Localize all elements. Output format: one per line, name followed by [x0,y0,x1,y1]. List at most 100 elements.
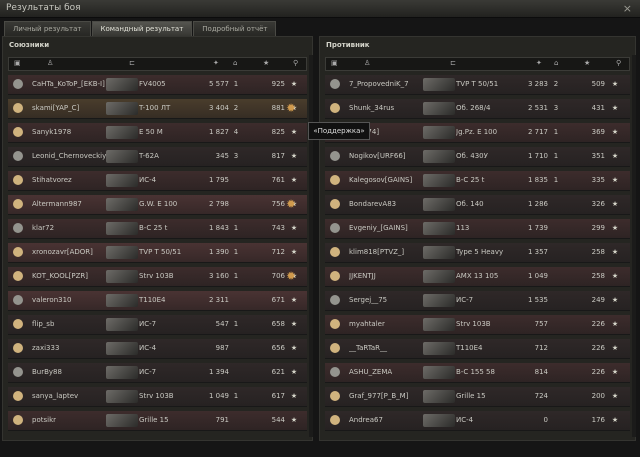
table-row[interactable]: Andrea67 ИС-4 0 176 ★ [325,411,630,431]
platoon-icon: ▣ [331,59,338,67]
table-row[interactable]: CaHTa_KoToP_[EKB-I] FV4005 5 577 1 925 ★ [8,75,307,95]
table-row[interactable]: myahtaler Strv 103B 757 226 ★ [325,315,630,335]
damage-value: 547 [215,320,229,328]
xp-value: 431 [591,104,605,112]
damage-value: 1 835 [527,176,548,184]
xp-value: 335 [591,176,605,184]
achievement-badge-icon[interactable]: ✹ [286,198,298,210]
platoon-marker-icon [330,391,340,401]
table-row[interactable]: BondarevA83 Об. 140 1 286 326 ★ [325,195,630,215]
player-name: valeron310 [32,296,72,304]
window-titlebar: Результаты боя × [0,0,640,18]
damage-value: 724 [534,392,548,400]
xp-value: 712 [271,248,285,256]
achievement-badge-icon[interactable]: ✹ [286,102,298,114]
platoon-marker-icon [330,175,340,185]
player-name: Stihatvorez [32,176,72,184]
platoon-marker-icon [330,247,340,257]
damage-value: 1 390 [208,248,229,256]
table-row[interactable]: klar72 В-С 25 t 1 843 1 743 ★ [8,219,307,239]
table-row[interactable]: Shunk_34rus Об. 268/4 2 531 3 431 ★ [325,99,630,119]
xp-value: 326 [591,200,605,208]
damage-value: 345 [215,152,229,160]
tab-personal-result[interactable]: Личный результат [4,21,91,36]
damage-value: 2 798 [208,200,229,208]
star-icon: ★ [611,152,619,160]
platoon-marker-icon [13,175,23,185]
table-row[interactable]: Nogikov[URF66] Об. 430У 1 710 1 351 ★ [325,147,630,167]
table-row[interactable]: [EMN74]Jg.Pz. E 1002 7171369★ [325,123,630,143]
table-row[interactable]: Kalegosov[GAINS] В-С 25 t 1 835 1 335 ★ [325,171,630,191]
tank-name: ИС-7 [456,296,474,304]
star-icon: ★ [611,368,619,376]
tab-team-result[interactable]: Командный результат [91,21,193,36]
table-row[interactable]: Altermann987 G.W. E 100 2 798 756 ★ ✹ [8,195,307,215]
table-row[interactable]: Sanyk1978 E 50 M 1 827 4 825 ★ [8,123,307,143]
star-icon: ★ [611,392,619,400]
kills-value: 4 [233,128,239,136]
table-row[interactable]: Graf_977[P_B_M] Grille 15 724 200 ★ [325,387,630,407]
player-name: Shunk_34rus [349,104,395,112]
enemies-scrollbar[interactable] [632,55,636,437]
star-icon: ★ [290,224,298,232]
table-row[interactable]: klim818[PTVZ_] Type 5 Heavy 1 357 258 ★ [325,243,630,263]
table-row[interactable]: KOT_KOOL[PZR] Strv 103B 3 160 1 706 ★ ✹ [8,267,307,287]
allies-scrollbar[interactable] [309,55,313,437]
player-icon: ♙ [364,59,371,67]
table-row[interactable]: skami[YAP_C] T-100 ЛТ 3 404 2 881 ★ ✹ [8,99,307,119]
table-row[interactable]: valeron310 T110E4 2 311 671 ★ [8,291,307,311]
tank-name: G.W. E 100 [139,200,178,208]
table-row[interactable]: Evgeniy_[GAINS] 113 1 739 299 ★ [325,219,630,239]
table-row[interactable]: BurBy88 ИС-7 1 394 621 ★ [8,363,307,383]
damage-value: 1 795 [208,176,229,184]
player-icon: ♙ [47,59,54,67]
table-row[interactable]: sanya_laptev Strv 103B 1 049 1 617 ★ [8,387,307,407]
table-row[interactable]: 7_PropovedniK_7 TVP T 50/51 3 283 2 509 ★ [325,75,630,95]
table-row[interactable]: __TaRTaR__ T110E4 712 226 ★ [325,339,630,359]
xp-value: 825 [271,128,285,136]
xp-value: 743 [271,224,285,232]
table-row[interactable]: Stihatvorez ИС-4 1 795 761 ★ [8,171,307,191]
player-name: Kalegosov[GAINS] [349,176,413,184]
table-row[interactable]: JJKENTJJ AMX 13 105 1 049 258 ★ [325,267,630,287]
table-row[interactable]: potsikr Grille 15 791 544 ★ [8,411,307,431]
table-row[interactable]: flip_sb ИС-7 547 1 658 ★ [8,315,307,335]
badge-icon: ⚲ [616,59,622,67]
xp-value: 881 [271,104,285,112]
xp-value: 761 [271,176,285,184]
platoon-marker-icon [13,391,23,401]
kills-icon: ⌂ [233,59,238,67]
table-row[interactable]: zaxi333 ИС-4 987 656 ★ [8,339,307,359]
xp-value: 756 [271,200,285,208]
star-icon: ★ [611,248,619,256]
kills-value: 3 [553,104,559,112]
player-name: JJKENTJJ [349,272,376,280]
close-icon[interactable]: × [623,2,632,15]
damage-value: 1 739 [527,224,548,232]
xp-value: 226 [591,368,605,376]
enemies-panel: Противник ▣ ♙ ⊏ ✦ ⌂ ★ ⚲ 7_PropovedniK_7 T… [319,36,636,441]
player-name: sanya_laptev [32,392,79,400]
achievement-badge-icon[interactable]: ✹ [286,270,298,282]
star-icon: ★ [611,296,619,304]
table-row[interactable]: ASHU_ZEMA В-С 155 58 814 226 ★ [325,363,630,383]
damage-value: 5 577 [208,80,229,88]
table-row[interactable]: Leonid_Chernoveckiy T-62A 345 3 817 ★ [8,147,307,167]
platoon-marker-icon [13,415,23,425]
tank-name: ИС-7 [139,368,157,376]
tank-name: Jg.Pz. E 100 [456,128,498,136]
platoon-marker-icon [330,271,340,281]
player-name: potsikr [32,416,56,424]
kills-value: 1 [553,128,559,136]
damage-value: 1 394 [208,368,229,376]
damage-value: 791 [215,416,229,424]
player-name: Sergej__75 [349,296,388,304]
damage-icon: ✦ [213,59,219,67]
table-row[interactable]: Sergej__75 ИС-7 1 535 249 ★ [325,291,630,311]
tab-detailed-report[interactable]: Подробный отчёт [193,21,277,36]
damage-value: 712 [534,344,548,352]
star-icon: ★ [611,224,619,232]
table-row[interactable]: xronozavr[ADOR] TVP T 50/51 1 390 1 712 ★ [8,243,307,263]
xp-value: 369 [591,128,605,136]
xp-value: 351 [591,152,605,160]
